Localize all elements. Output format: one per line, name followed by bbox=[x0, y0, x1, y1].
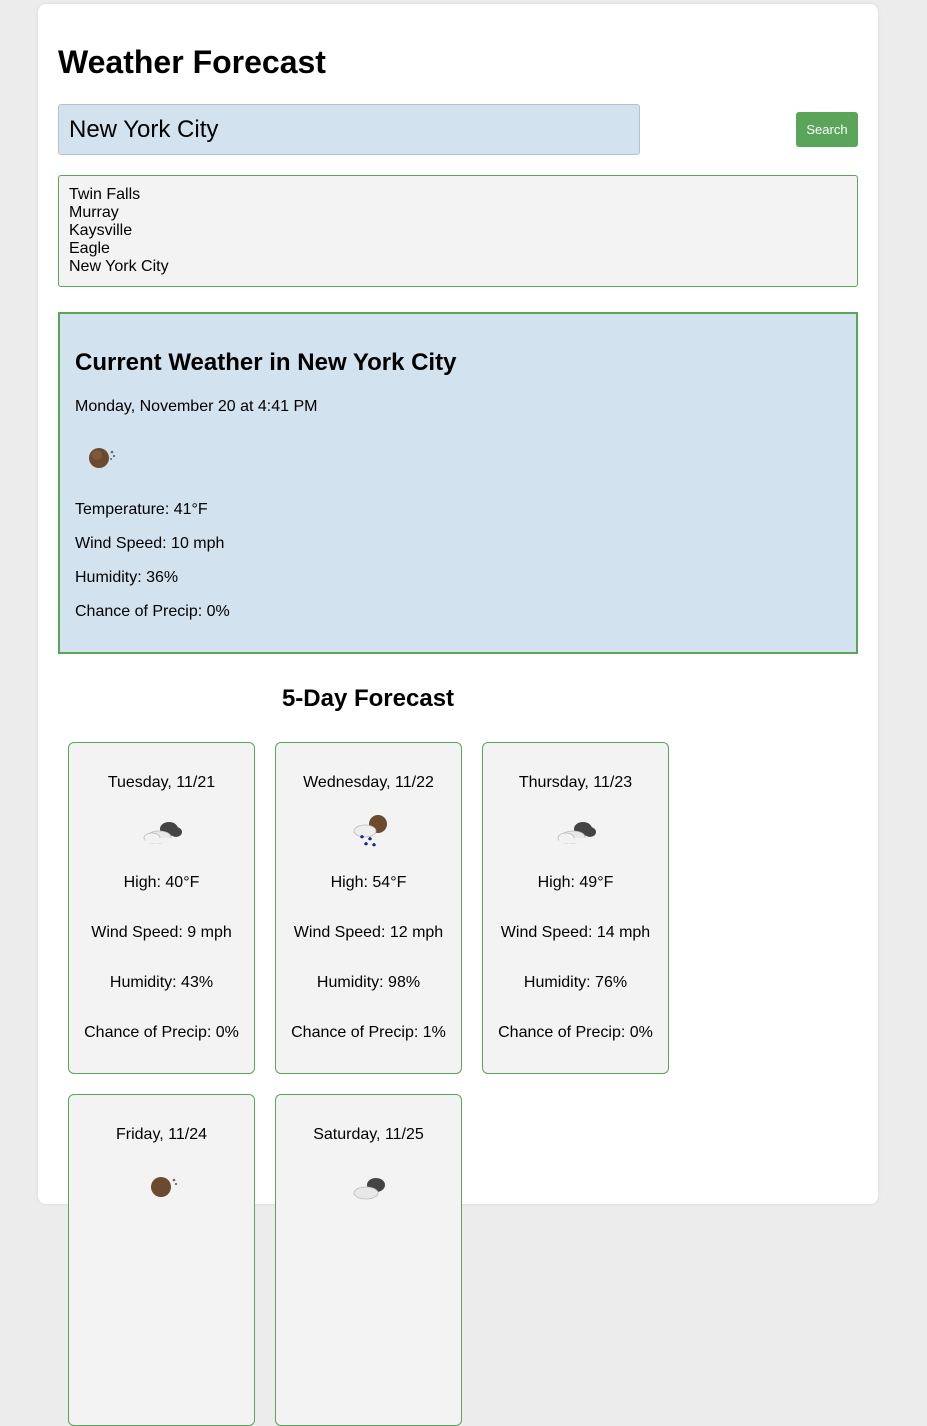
forecast-humidity: Humidity: 43% bbox=[109, 974, 214, 991]
cloud-icon bbox=[353, 1178, 385, 1200]
forecast-wind-speed: Wind Speed: 12 mph bbox=[293, 924, 444, 941]
current-temperature: Temperature: 41°F bbox=[75, 501, 208, 518]
current-wind-speed: Wind Speed: 10 mph bbox=[75, 535, 225, 552]
forecast-high: High: 54°F bbox=[330, 874, 407, 891]
current-precip: Chance of Precip: 0% bbox=[75, 603, 230, 620]
forecast-title: 5-Day Forecast bbox=[281, 685, 455, 712]
forecast-date: Tuesday, 11/21 bbox=[107, 774, 216, 791]
forecast-precip: Chance of Precip: 0% bbox=[84, 1024, 239, 1041]
forecast-precip: Chance of Precip: 0% bbox=[498, 1024, 653, 1041]
forecast-humidity: Humidity: 98% bbox=[316, 974, 421, 991]
search-button[interactable]: Search bbox=[796, 112, 858, 147]
cloud-icon bbox=[143, 822, 182, 844]
forecast-date: Wednesday, 11/22 bbox=[303, 774, 434, 791]
forecast-card-friday: Friday, 11/24 bbox=[68, 1094, 255, 1426]
forecast-card-tuesday: Tuesday, 11/21 High: 40°F Wind Speed: 9 … bbox=[68, 742, 255, 1074]
forecast-date: Saturday, 11/25 bbox=[313, 1126, 424, 1143]
forecast-high: High: 40°F bbox=[123, 874, 200, 891]
current-weather-title: Current Weather in New York City bbox=[75, 349, 457, 376]
forecast-card-thursday: Thursday, 11/23 High: 49°F Wind Speed: 1… bbox=[482, 742, 669, 1074]
forecast-date: Friday, 11/24 bbox=[115, 1126, 207, 1143]
history-item-twin-falls[interactable]: Twin Falls bbox=[69, 186, 847, 204]
history-item-eagle[interactable]: Eagle bbox=[69, 240, 847, 258]
forecast-wind-speed: Wind Speed: 14 mph bbox=[500, 924, 651, 941]
current-humidity: Humidity: 36% bbox=[75, 569, 179, 586]
search-history-list: Twin Falls Murray Kaysville Eagle New Yo… bbox=[58, 175, 858, 287]
rain-cloud-moon-icon bbox=[353, 815, 387, 847]
moon-cloud-icon bbox=[89, 448, 116, 468]
forecast-high: High: 49°F bbox=[537, 874, 614, 891]
app-container: Weather Forecast Search Twin Falls Murra… bbox=[38, 4, 878, 1426]
city-search-input[interactable] bbox=[58, 104, 640, 155]
forecast-humidity: Humidity: 76% bbox=[523, 974, 628, 991]
forecast-wind-speed: Wind Speed: 9 mph bbox=[91, 924, 232, 941]
page-title: Weather Forecast bbox=[58, 44, 326, 80]
forecast-date: Thursday, 11/23 bbox=[518, 774, 633, 791]
forecast-precip: Chance of Precip: 1% bbox=[291, 1024, 446, 1041]
forecast-card-wednesday: Wednesday, 11/22 High: 54°F Wind Speed: … bbox=[275, 742, 462, 1074]
history-item-new-york-city[interactable]: New York City bbox=[69, 258, 847, 276]
history-item-murray[interactable]: Murray bbox=[69, 204, 847, 222]
current-date: Monday, November 20 at 4:41 PM bbox=[75, 398, 318, 415]
history-item-kaysville[interactable]: Kaysville bbox=[69, 222, 847, 240]
current-weather-panel: Current Weather in New York City Monday,… bbox=[58, 312, 858, 654]
cloud-icon bbox=[557, 822, 596, 844]
forecast-card-saturday: Saturday, 11/25 bbox=[275, 1094, 462, 1426]
moon-cloud-icon bbox=[151, 1177, 178, 1197]
